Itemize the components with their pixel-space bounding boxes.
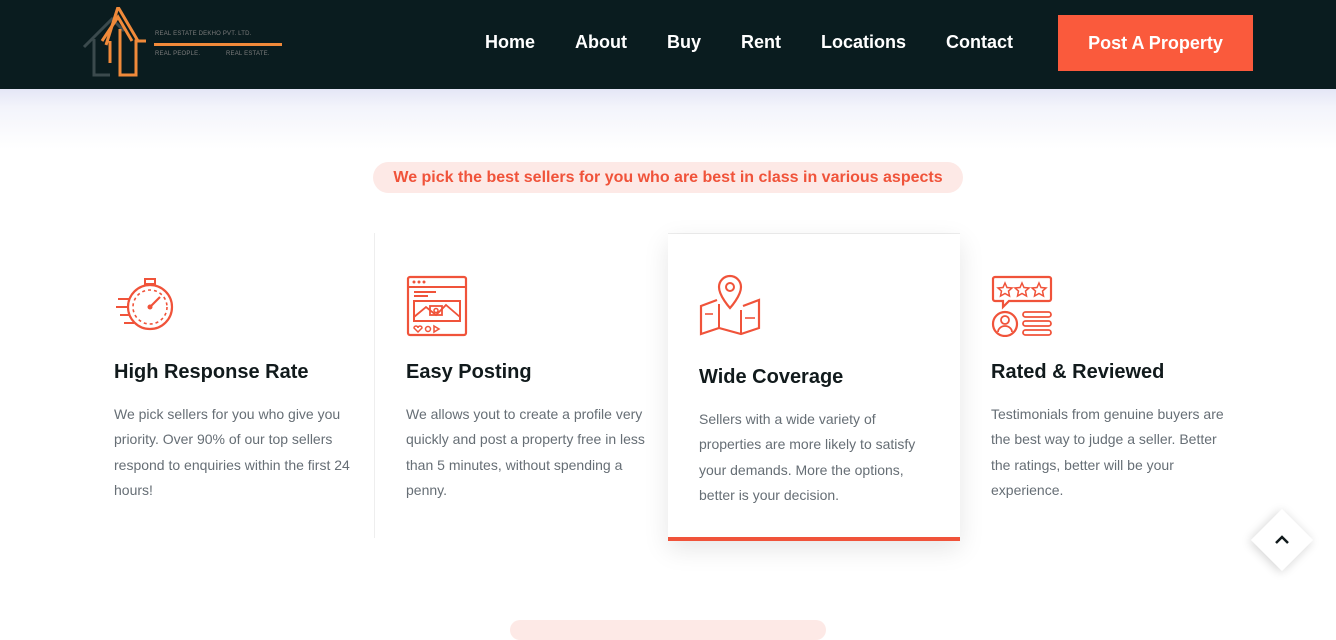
scroll-to-top-button[interactable] bbox=[1250, 508, 1314, 572]
feature-card-coverage: Wide Coverage Sellers with a wide variet… bbox=[668, 234, 960, 541]
feature-card-response: High Response Rate We pick sellers for y… bbox=[83, 233, 375, 538]
chevron-up-icon bbox=[1275, 535, 1289, 544]
feature-title: Wide Coverage bbox=[699, 366, 844, 388]
nav-home[interactable]: Home bbox=[485, 32, 535, 53]
nav-about[interactable]: About bbox=[575, 32, 627, 53]
next-section-badge bbox=[510, 620, 826, 640]
nav-contact[interactable]: Contact bbox=[946, 32, 1013, 53]
feature-card-rated: Rated & Reviewed Testimonials from genui… bbox=[960, 233, 1253, 538]
feature-description: We allows yout to create a profile very … bbox=[406, 406, 645, 498]
top-navbar: REAL ESTATE DEKHO PVT. LTD. REAL PEOPLE.… bbox=[0, 0, 1336, 89]
nav-buy[interactable]: Buy bbox=[667, 32, 701, 53]
nav-rent[interactable]: Rent bbox=[741, 32, 781, 53]
feature-title: Easy Posting bbox=[406, 361, 532, 383]
rating-review-icon bbox=[991, 275, 1053, 337]
nav-locations[interactable]: Locations bbox=[821, 32, 906, 53]
browser-post-icon bbox=[406, 275, 468, 337]
tagline-right: REAL ESTATE. bbox=[226, 51, 270, 57]
map-pin-icon bbox=[699, 274, 761, 336]
feature-title: High Response Rate bbox=[114, 361, 309, 383]
active-card-underline bbox=[668, 537, 960, 541]
logo-divider bbox=[154, 43, 282, 46]
house-arrow-icon bbox=[82, 7, 146, 77]
feature-description: Sellers with a wide variety of propertie… bbox=[699, 411, 916, 503]
section-badge: We pick the best sellers for you who are… bbox=[373, 162, 963, 193]
stopwatch-speed-icon bbox=[116, 278, 174, 331]
feature-title: Rated & Reviewed bbox=[991, 361, 1165, 383]
brand-logo[interactable]: REAL ESTATE DEKHO PVT. LTD. REAL PEOPLE.… bbox=[82, 7, 287, 79]
feature-card-posting: Easy Posting We allows yout to create a … bbox=[375, 233, 668, 538]
company-name: REAL ESTATE DEKHO PVT. LTD. bbox=[155, 31, 252, 37]
header-shadow bbox=[0, 89, 1336, 149]
tagline-left: REAL PEOPLE. bbox=[155, 51, 201, 57]
feature-description: Testimonials from genuine buyers are the… bbox=[991, 406, 1224, 498]
feature-description: We pick sellers for you who give you pri… bbox=[114, 406, 350, 498]
post-property-button[interactable]: Post A Property bbox=[1058, 15, 1253, 71]
